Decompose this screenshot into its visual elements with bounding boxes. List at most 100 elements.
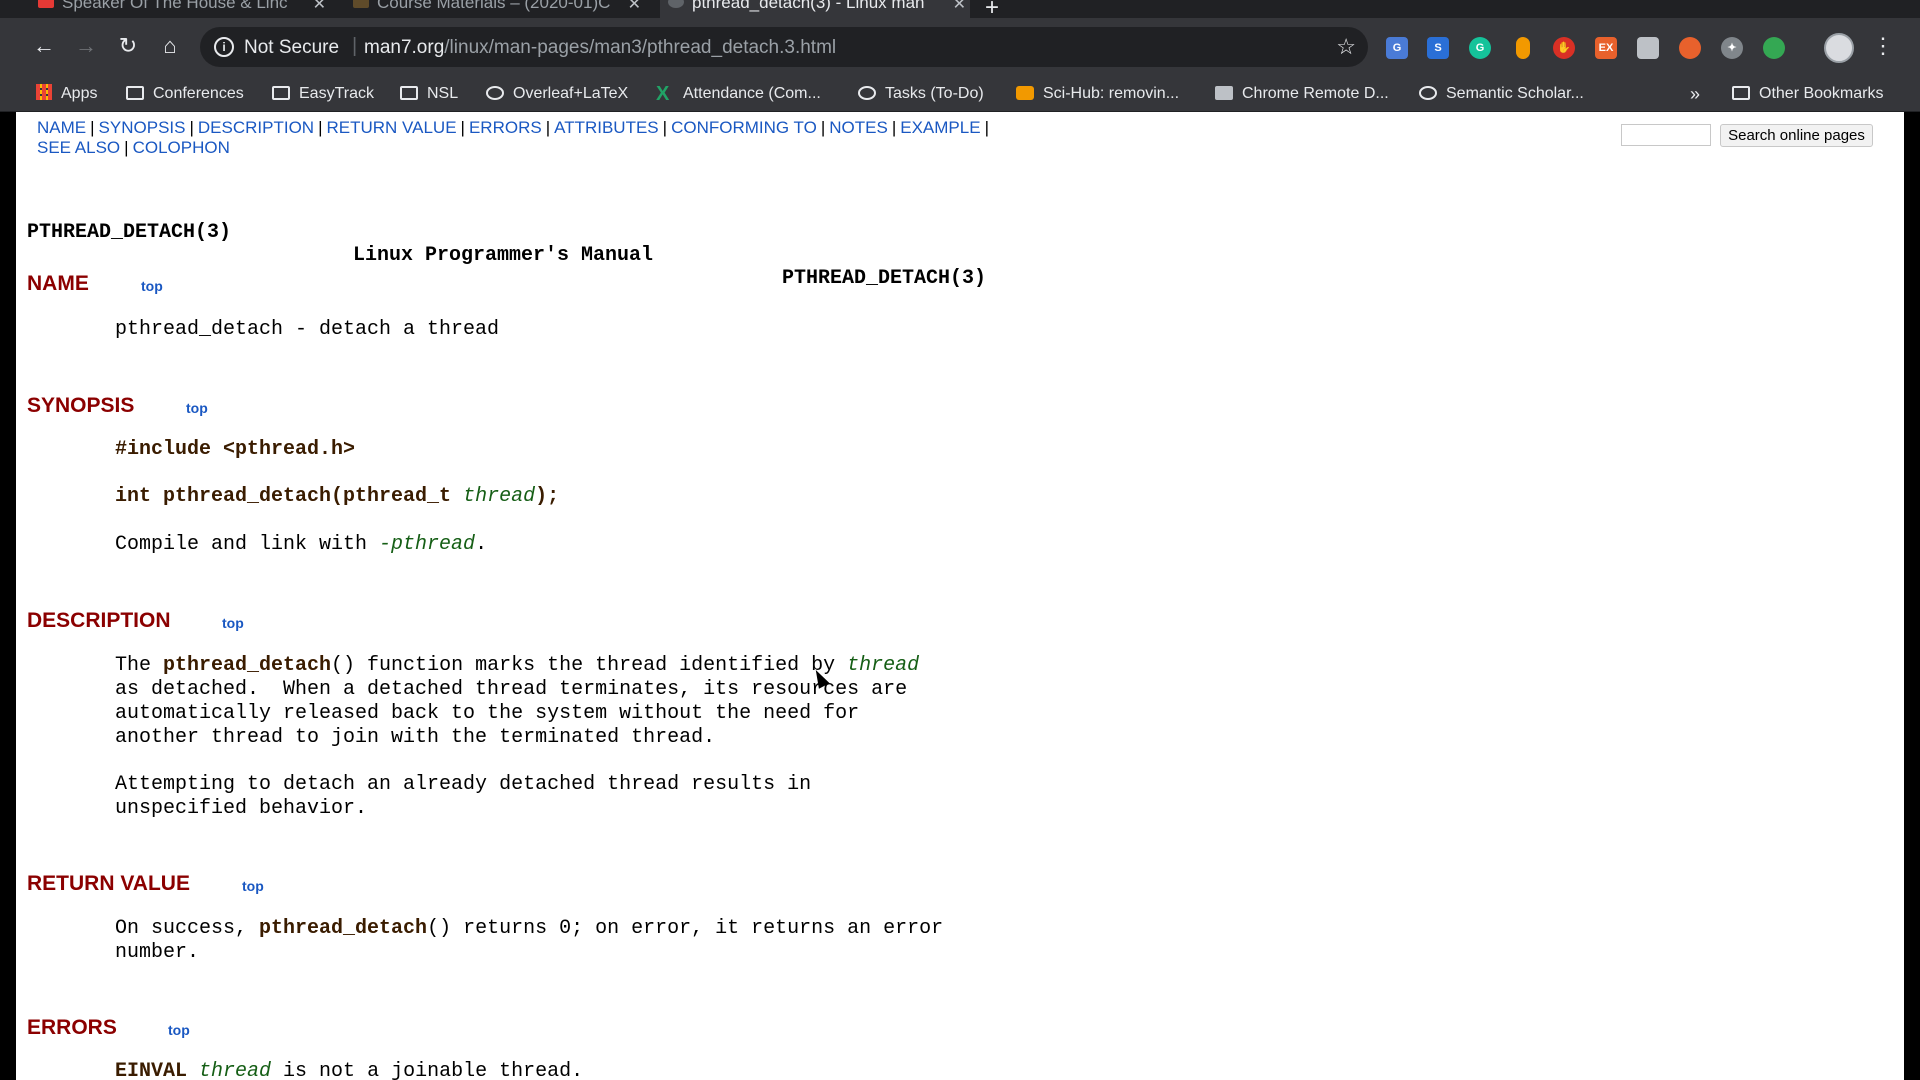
return-value-text: On success, pthread_detach() returns 0; … — [115, 917, 943, 965]
section-nav: NAME | SYNOPSIS | DESCRIPTION | RETURN VALUE | E… — [37, 118, 1037, 158]
url-path: /linux/man-pages/man3/pthread_detach.3.h… — [444, 37, 837, 58]
desc-text: The — [115, 654, 164, 677]
bookmark-chrome-remote[interactable]: Chrome Remote D... — [1215, 82, 1389, 106]
nav-link-see-also[interactable]: SEE ALSO — [37, 138, 120, 157]
search-online-pages-button[interactable]: Search online pages — [1720, 124, 1873, 147]
section-title-name: NAME — [27, 272, 89, 295]
top-link[interactable]: top — [222, 615, 244, 631]
folder-icon — [400, 86, 418, 100]
folder-icon — [126, 86, 144, 100]
browser-window: Speaker Of The House & Linc ✕ Course Mat… — [0, 0, 1920, 1080]
bookmark-easytrack[interactable]: EasyTrack — [272, 82, 374, 106]
apps-grid-icon — [36, 84, 52, 100]
desc-text: as detached. When a detached thread term… — [115, 678, 908, 749]
close-icon[interactable]: ✕ — [628, 0, 641, 14]
tab-pthread-detach[interactable]: pthread_detach(3) - Linux man ✕ — [660, 0, 970, 18]
search-input[interactable] — [1621, 124, 1711, 146]
profile-avatar[interactable] — [1824, 33, 1854, 63]
nav-separator: | — [662, 118, 668, 137]
folder-icon — [1732, 86, 1750, 100]
ex-extension-icon[interactable]: EX — [1595, 37, 1617, 59]
bookmark-conferences[interactable]: Conferences — [126, 82, 244, 106]
omnibox-divider: | — [352, 35, 358, 57]
return-text: On success, — [115, 917, 260, 940]
nav-separator: | — [460, 118, 465, 137]
bookmark-label: Chrome Remote D... — [1242, 85, 1389, 102]
man-page: NAME | SYNOPSIS | DESCRIPTION | RETURN VALUE | E… — [16, 112, 1904, 1080]
back-icon[interactable]: ← — [26, 28, 62, 64]
bookmark-other[interactable]: Other Bookmarks — [1732, 82, 1883, 106]
youtube-favicon-icon — [38, 0, 54, 8]
nav-link-attributes[interactable]: ATTRIBUTES — [554, 118, 659, 137]
bookmark-label: Sci-Hub: removin... — [1043, 85, 1180, 102]
close-icon[interactable]: ✕ — [953, 0, 966, 14]
bookmark-nsl[interactable]: NSL — [400, 82, 458, 106]
globe-icon — [486, 86, 504, 100]
name-text: pthread_detach - detach a thread — [115, 318, 500, 341]
nav-link-return-value[interactable]: RETURN VALUE — [327, 118, 457, 137]
top-link[interactable]: top — [242, 878, 264, 894]
folder-icon — [272, 86, 290, 100]
close-icon[interactable]: ✕ — [313, 0, 326, 14]
fire-extension-icon[interactable] — [1679, 37, 1701, 59]
tab-title: pthread_detach(3) - Linux man — [692, 0, 925, 12]
nav-link-description[interactable]: DESCRIPTION — [198, 118, 314, 137]
bookmark-star-icon[interactable]: ☆ — [1336, 34, 1356, 60]
bookmark-attendance[interactable]: X Attendance (Com... — [656, 82, 821, 106]
tab-speaker[interactable]: Speaker Of The House & Linc ✕ — [30, 0, 330, 18]
tab-course-materials[interactable]: Course Materials – (2020-01)C ✕ — [345, 0, 645, 18]
remote-icon — [1215, 86, 1233, 100]
nav-separator: | — [984, 118, 989, 137]
forward-icon[interactable]: → — [68, 28, 104, 64]
bookmark-overleaf[interactable]: Overleaf+LaTeX — [486, 82, 628, 106]
section-title-errors: ERRORS — [27, 1016, 117, 1039]
security-status[interactable]: Not Secure — [244, 37, 339, 59]
menu-icon[interactable]: ⋮ — [1872, 33, 1894, 59]
section-title-description: DESCRIPTION — [27, 609, 171, 632]
nav-separator: | — [820, 118, 826, 137]
top-link[interactable]: top — [186, 400, 208, 416]
nav-link-notes[interactable]: NOTES — [829, 118, 888, 137]
nav-separator: | — [545, 118, 551, 137]
error-code: EINVAL — [115, 1060, 188, 1080]
synopsis-compile: Compile and link with -pthread. — [115, 533, 487, 557]
bookmark-label: Semantic Scholar... — [1446, 85, 1584, 102]
address-bar[interactable]: i Not Secure | man7.org/linux/man-pages/… — [200, 27, 1368, 67]
bookmark-scihub[interactable]: Sci-Hub: removin... — [1016, 82, 1179, 106]
compile-end: . — [475, 533, 488, 556]
reload-icon[interactable]: ↻ — [110, 28, 146, 64]
home-icon[interactable]: ⌂ — [152, 28, 188, 64]
top-link[interactable]: top — [168, 1022, 190, 1038]
s-extension-icon[interactable]: S — [1427, 37, 1449, 59]
nav-link-errors[interactable]: ERRORS — [469, 118, 542, 137]
nav-link-colophon[interactable]: COLOPHON — [133, 138, 230, 157]
nav-separator: | — [189, 118, 194, 137]
color-extension-icon[interactable] — [1763, 37, 1785, 59]
prototype-arg: thread — [463, 485, 536, 508]
bookmark-label: Apps — [61, 85, 98, 102]
bookmark-tasks[interactable]: Tasks (To-Do) — [858, 82, 984, 106]
bookmark-apps[interactable]: Apps — [36, 82, 97, 106]
nav-link-synopsis[interactable]: SYNOPSIS — [99, 118, 186, 137]
nav-link-name[interactable]: NAME — [37, 118, 86, 137]
url-text[interactable]: man7.org/linux/man-pages/man3/pthread_de… — [364, 37, 836, 59]
nav-link-example[interactable]: EXAMPLE — [900, 118, 980, 137]
target-extension-icon[interactable]: ✦ — [1721, 37, 1743, 59]
top-link[interactable]: top — [141, 278, 163, 294]
desc-arg: thread — [847, 654, 920, 677]
nav-separator: | — [90, 118, 95, 137]
adblock-extension-icon[interactable]: ✋ — [1553, 37, 1575, 59]
info-icon[interactable]: i — [214, 37, 234, 57]
synopsis-include: #include <pthread.h> — [115, 438, 356, 461]
synopsis-prototype: int pthread_detach(pthread_t thread); — [115, 485, 559, 509]
grammarly-extension-icon[interactable]: G — [1469, 37, 1491, 59]
dropper-extension-icon[interactable] — [1516, 37, 1530, 59]
bookmark-semantic-scholar[interactable]: Semantic Scholar... — [1419, 82, 1584, 106]
header-middle: Linux Programmer's Manual — [353, 244, 654, 267]
compile-text: Compile and link with — [115, 533, 380, 556]
translate-extension-icon[interactable]: G — [1386, 37, 1408, 59]
nav-link-conforming-to[interactable]: CONFORMING TO — [671, 118, 817, 137]
remote-extension-icon[interactable] — [1637, 37, 1659, 59]
error-text: is not a joinable thread. — [271, 1060, 584, 1080]
bookmarks-overflow-icon[interactable]: » — [1690, 82, 1700, 106]
